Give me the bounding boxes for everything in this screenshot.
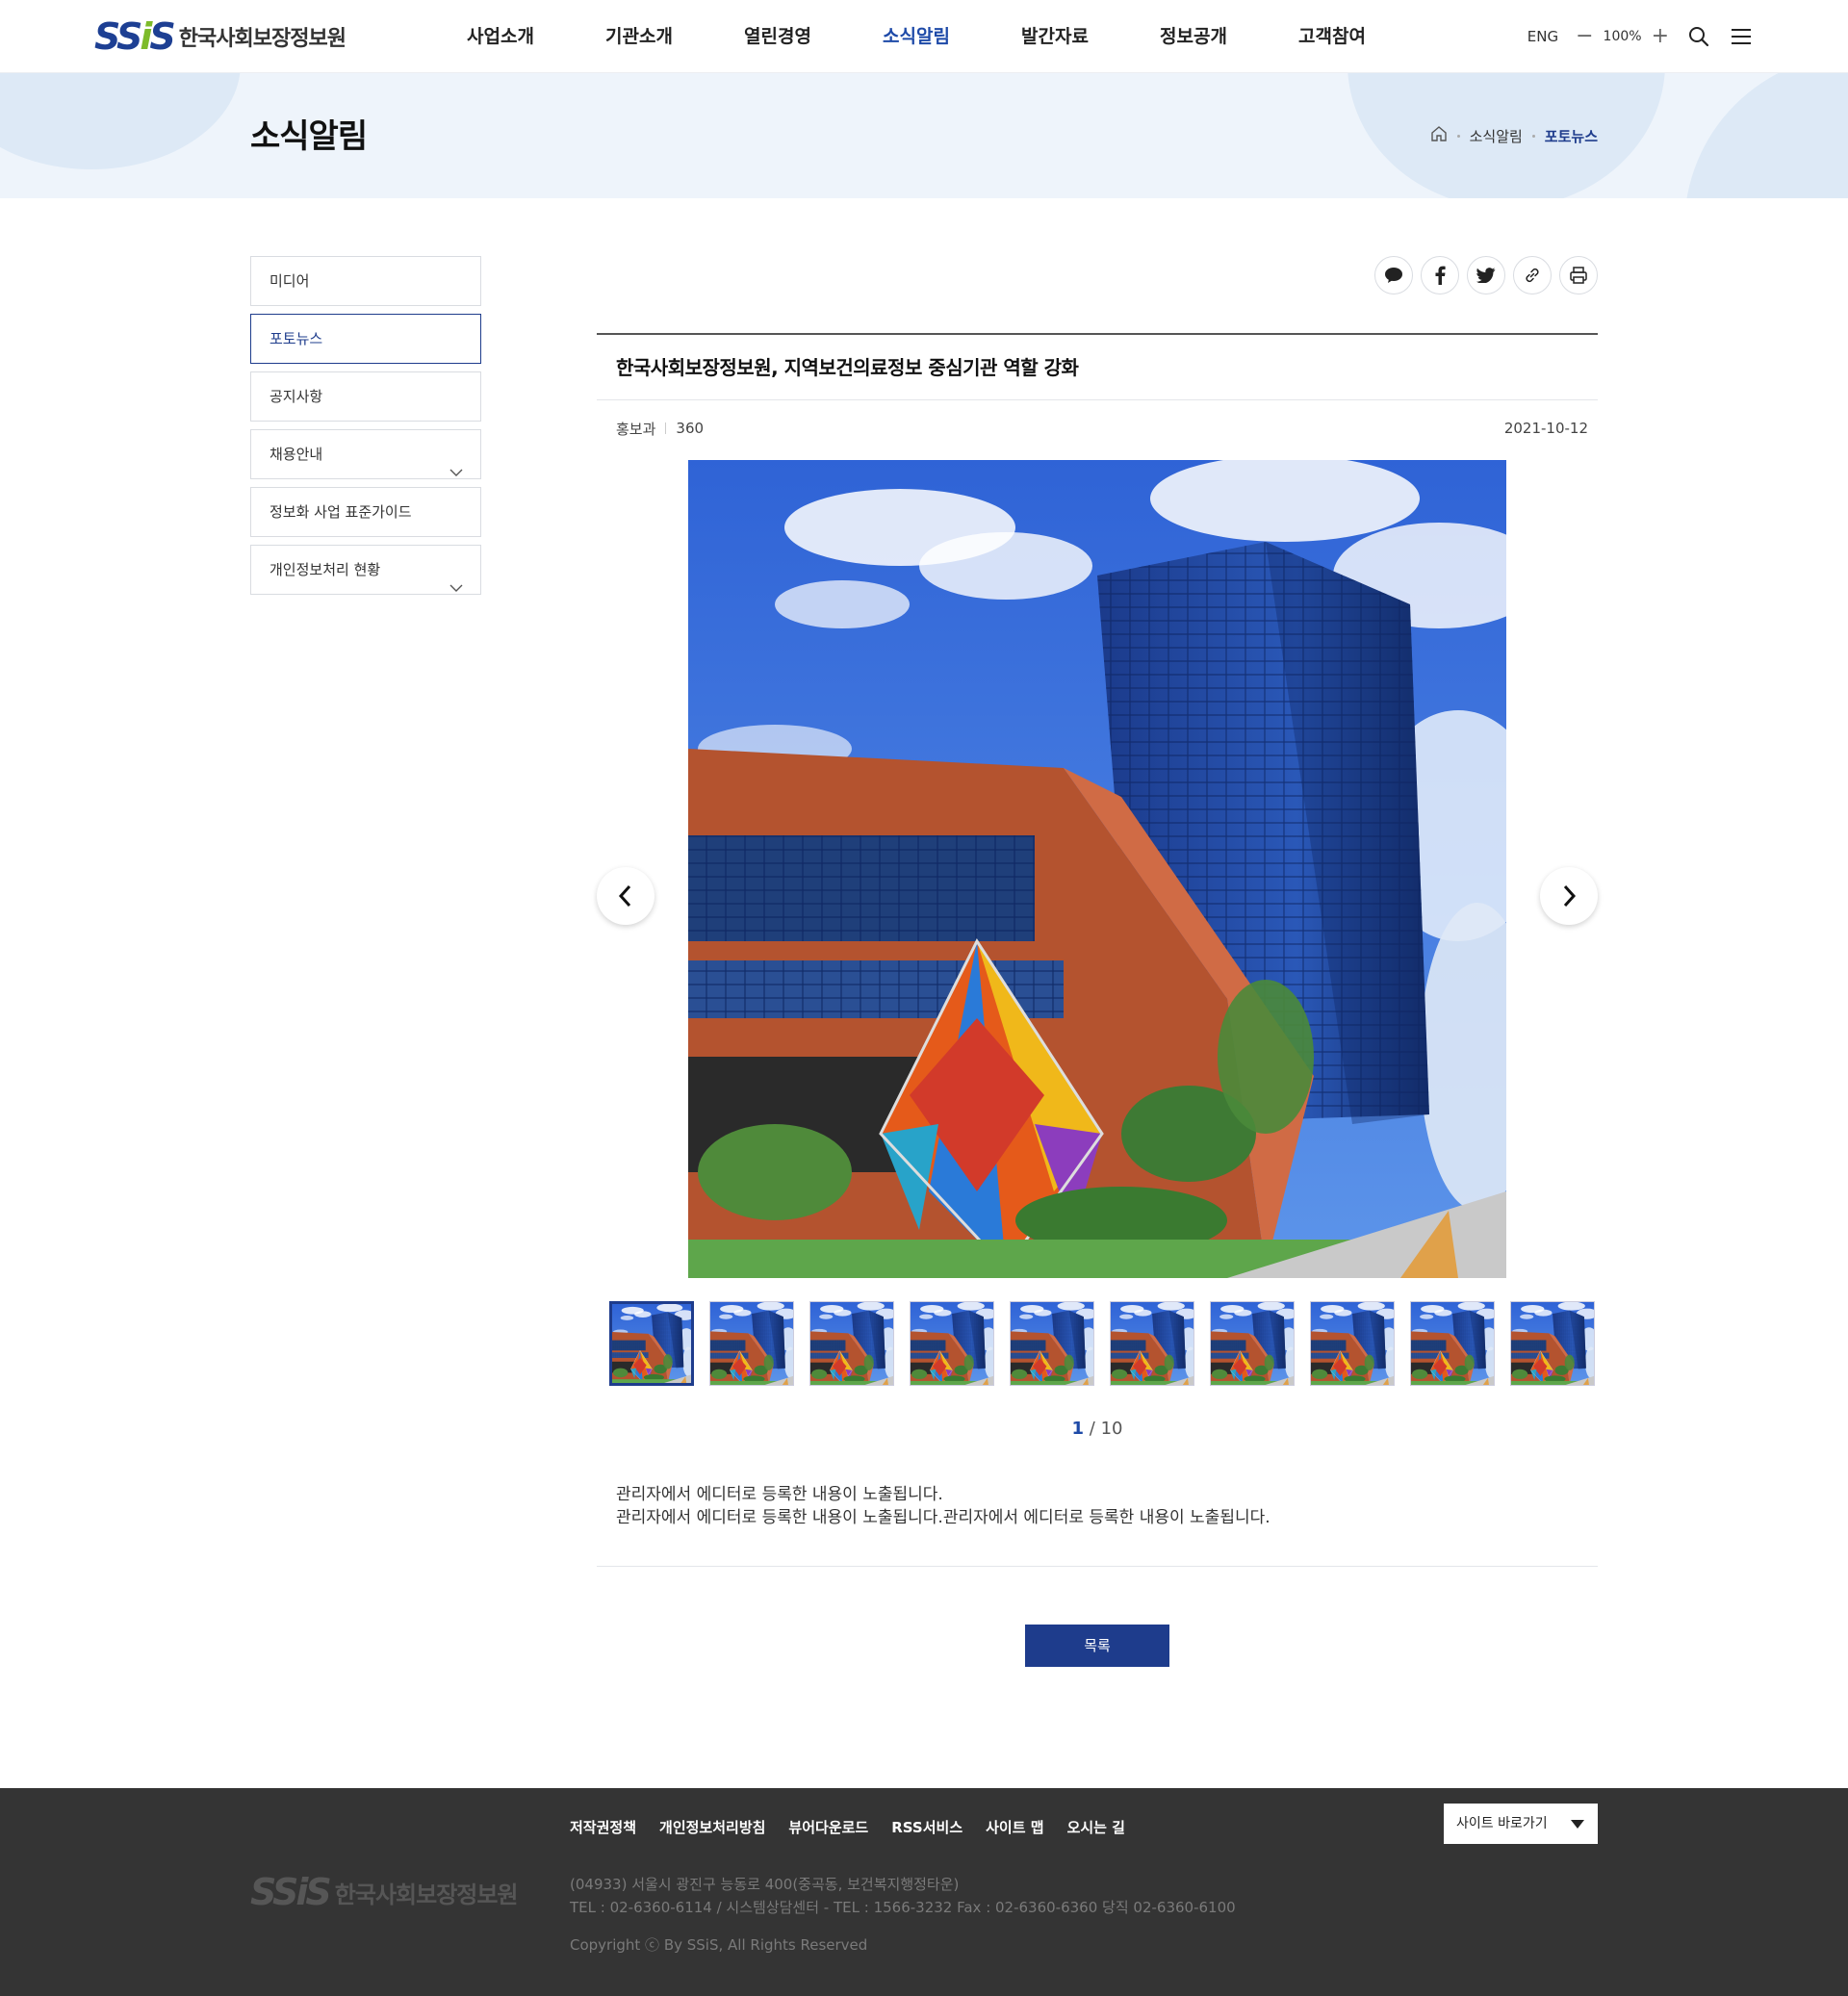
breadcrumb-separator [1456,134,1460,138]
menu-item-business[interactable]: 사업소개 [431,0,570,73]
menu-item-news[interactable]: 소식알림 [847,0,986,73]
article-department: 홍보과 [616,420,656,438]
article-title: 한국사회보장정보원, 지역보건의료정보 중심기관 역할 강화 [597,335,1598,400]
sidebar-item-recruitment[interactable]: 채용안내 [250,429,481,479]
sidebar-item-label: 개인정보처리 현황 [270,561,381,578]
breadcrumb-item-photo-news[interactable]: 포토뉴스 [1545,126,1598,146]
photo-counter: 1 / 10 [597,1419,1598,1439]
side-navigation: 미디어 포토뉴스 공지사항 채용안내 정보화 사업 표준가이드 개인정보처리 현… [250,256,481,602]
footer-links: 저작권정책 개인정보처리방침 뷰어다운로드 RSS서비스 사이트 맵 오시는 길 [570,1817,1125,1837]
logo-text: 한국사회보장정보원 [178,27,346,51]
sidebar-item-label: 미디어 [270,272,310,290]
photo-counter-current: 1 [1071,1419,1085,1439]
chevron-down-icon [449,564,463,612]
site-footer: 저작권정책 개인정보처리방침 뷰어다운로드 RSS서비스 사이트 맵 오시는 길… [0,1788,1848,1996]
sidebar-item-label: 채용안내 [270,446,323,463]
thumbnail[interactable] [1310,1301,1395,1386]
sidebar-item-media[interactable]: 미디어 [250,256,481,306]
menu-item-customer[interactable]: 고객참여 [1263,0,1401,73]
article-meta: 홍보과 360 2021-10-12 [597,400,1598,456]
menu-item-about[interactable]: 기관소개 [570,0,708,73]
list-button[interactable]: 목록 [1025,1625,1169,1667]
copyright: Copyright ⓒ By SSiS, All Rights Reserved [570,1936,868,1954]
zoom-control: − 100% + [1576,26,1669,47]
zoom-level: 100% [1603,29,1642,44]
sidebar-item-photo-news[interactable]: 포토뉴스 [250,314,481,364]
thumbnail[interactable] [1410,1301,1495,1386]
decor-bubble [0,73,241,169]
twitter-icon[interactable] [1467,256,1505,294]
thumbnail[interactable] [1110,1301,1194,1386]
search-icon[interactable] [1686,24,1711,49]
chevron-right-icon[interactable] [1540,867,1598,925]
menu-item-open-management[interactable]: 열린경영 [708,0,847,73]
zoom-in-button[interactable]: + [1652,26,1669,47]
thumbnail[interactable] [709,1301,794,1386]
footer-contact: (04933) 서울시 광진구 능동로 400(중곡동, 보건복지행정타운) T… [570,1873,1236,1919]
footer-tel: TEL : 02-6360-6114 / 시스템상담센터 - TEL : 156… [570,1899,1236,1916]
article-view: 한국사회보장정보원, 지역보건의료정보 중심기관 역할 강화 홍보과 360 2… [597,256,1598,1667]
kakaotalk-icon[interactable] [1374,256,1413,294]
sidebar-item-notice[interactable]: 공지사항 [250,371,481,422]
footer-link-copyright-policy[interactable]: 저작권정책 [570,1817,636,1837]
main-photo [688,460,1506,1278]
photo-counter-total: 10 [1100,1419,1123,1439]
decor-bubble [1684,73,1848,198]
footer-logo: SSiS 한국사회보장정보원 [250,1871,519,1913]
article-body-line: 관리자에서 에디터로 등록한 내용이 노출됩니다. [616,1485,943,1504]
utility-bar: ENG − 100% + [1527,0,1754,73]
main-menu: 사업소개 기관소개 열린경영 소식알림 발간자료 정보공개 고객참여 [431,0,1401,73]
footer-address: (04933) 서울시 광진구 능동로 400(중곡동, 보건복지행정타운) [570,1876,960,1893]
sidebar-item-label: 정보화 사업 표준가이드 [270,503,412,521]
menu-item-disclosure[interactable]: 정보공개 [1124,0,1263,73]
sidebar-item-privacy-status[interactable]: 개인정보처리 현황 [250,545,481,595]
meta-divider [665,422,667,434]
facebook-icon[interactable] [1421,256,1459,294]
triangle-down-icon [1571,1820,1584,1829]
family-site-select[interactable]: 사이트 바로가기 [1444,1804,1598,1844]
thumbnail[interactable] [1210,1301,1295,1386]
thumbnail-strip [597,1301,1598,1386]
share-toolbar [597,256,1598,294]
hamburger-menu-icon[interactable] [1729,24,1754,49]
menu-item-publications[interactable]: 발간자료 [986,0,1124,73]
language-english-link[interactable]: ENG [1527,28,1558,45]
footer-link-viewer-download[interactable]: 뷰어다운로드 [788,1817,868,1837]
article-body: 관리자에서 에디터로 등록한 내용이 노출됩니다. 관리자에서 에디터로 등록한… [597,1439,1598,1567]
footer-link-rss[interactable]: RSS서비스 [891,1817,962,1837]
footer-link-sitemap[interactable]: 사이트 맵 [986,1817,1043,1837]
footer-link-privacy-policy[interactable]: 개인정보처리방침 [659,1817,765,1837]
photo-counter-separator: / [1084,1419,1101,1439]
family-site-label: 사이트 바로가기 [1456,1816,1548,1831]
breadcrumb: 소식알림 포토뉴스 [1430,125,1598,146]
sub-visual: 소식알림 소식알림 포토뉴스 [0,73,1848,198]
chevron-left-icon[interactable] [597,867,654,925]
sidebar-item-label: 포토뉴스 [270,330,323,347]
thumbnail[interactable] [1010,1301,1094,1386]
thumbnail[interactable] [609,1301,694,1386]
zoom-out-button[interactable]: − [1576,26,1593,47]
sidebar-item-label: 공지사항 [270,388,323,405]
sidebar-item-standard-guide[interactable]: 정보화 사업 표준가이드 [250,487,481,537]
link-icon[interactable] [1513,256,1552,294]
article-header: 한국사회보장정보원, 지역보건의료정보 중심기관 역할 강화 홍보과 360 2… [597,333,1598,456]
logo-text: 한국사회보장정보원 [334,1881,519,1908]
site-logo[interactable]: SSiS 한국사회보장정보원 [94,17,346,56]
photo-gallery [597,460,1598,1278]
article-body-line: 관리자에서 에디터로 등록한 내용이 노출됩니다.관리자에서 에디터로 등록한 … [616,1508,1270,1527]
page-title: 소식알림 [250,117,368,156]
footer-link-directions[interactable]: 오시는 길 [1067,1817,1125,1837]
breadcrumb-item-news[interactable]: 소식알림 [1470,126,1523,146]
global-header: SSiS 한국사회보장정보원 사업소개 기관소개 열린경영 소식알림 발간자료 … [0,0,1848,73]
logo-mark: SSiS [94,15,176,58]
breadcrumb-separator [1531,134,1535,138]
home-icon[interactable] [1430,125,1448,146]
thumbnail[interactable] [910,1301,994,1386]
article-date: 2021-10-12 [1503,420,1588,437]
thumbnail[interactable] [1510,1301,1595,1386]
print-icon[interactable] [1559,256,1598,294]
logo-mark: SSiS [250,1871,332,1913]
thumbnail[interactable] [809,1301,894,1386]
article-views: 360 [676,420,705,437]
